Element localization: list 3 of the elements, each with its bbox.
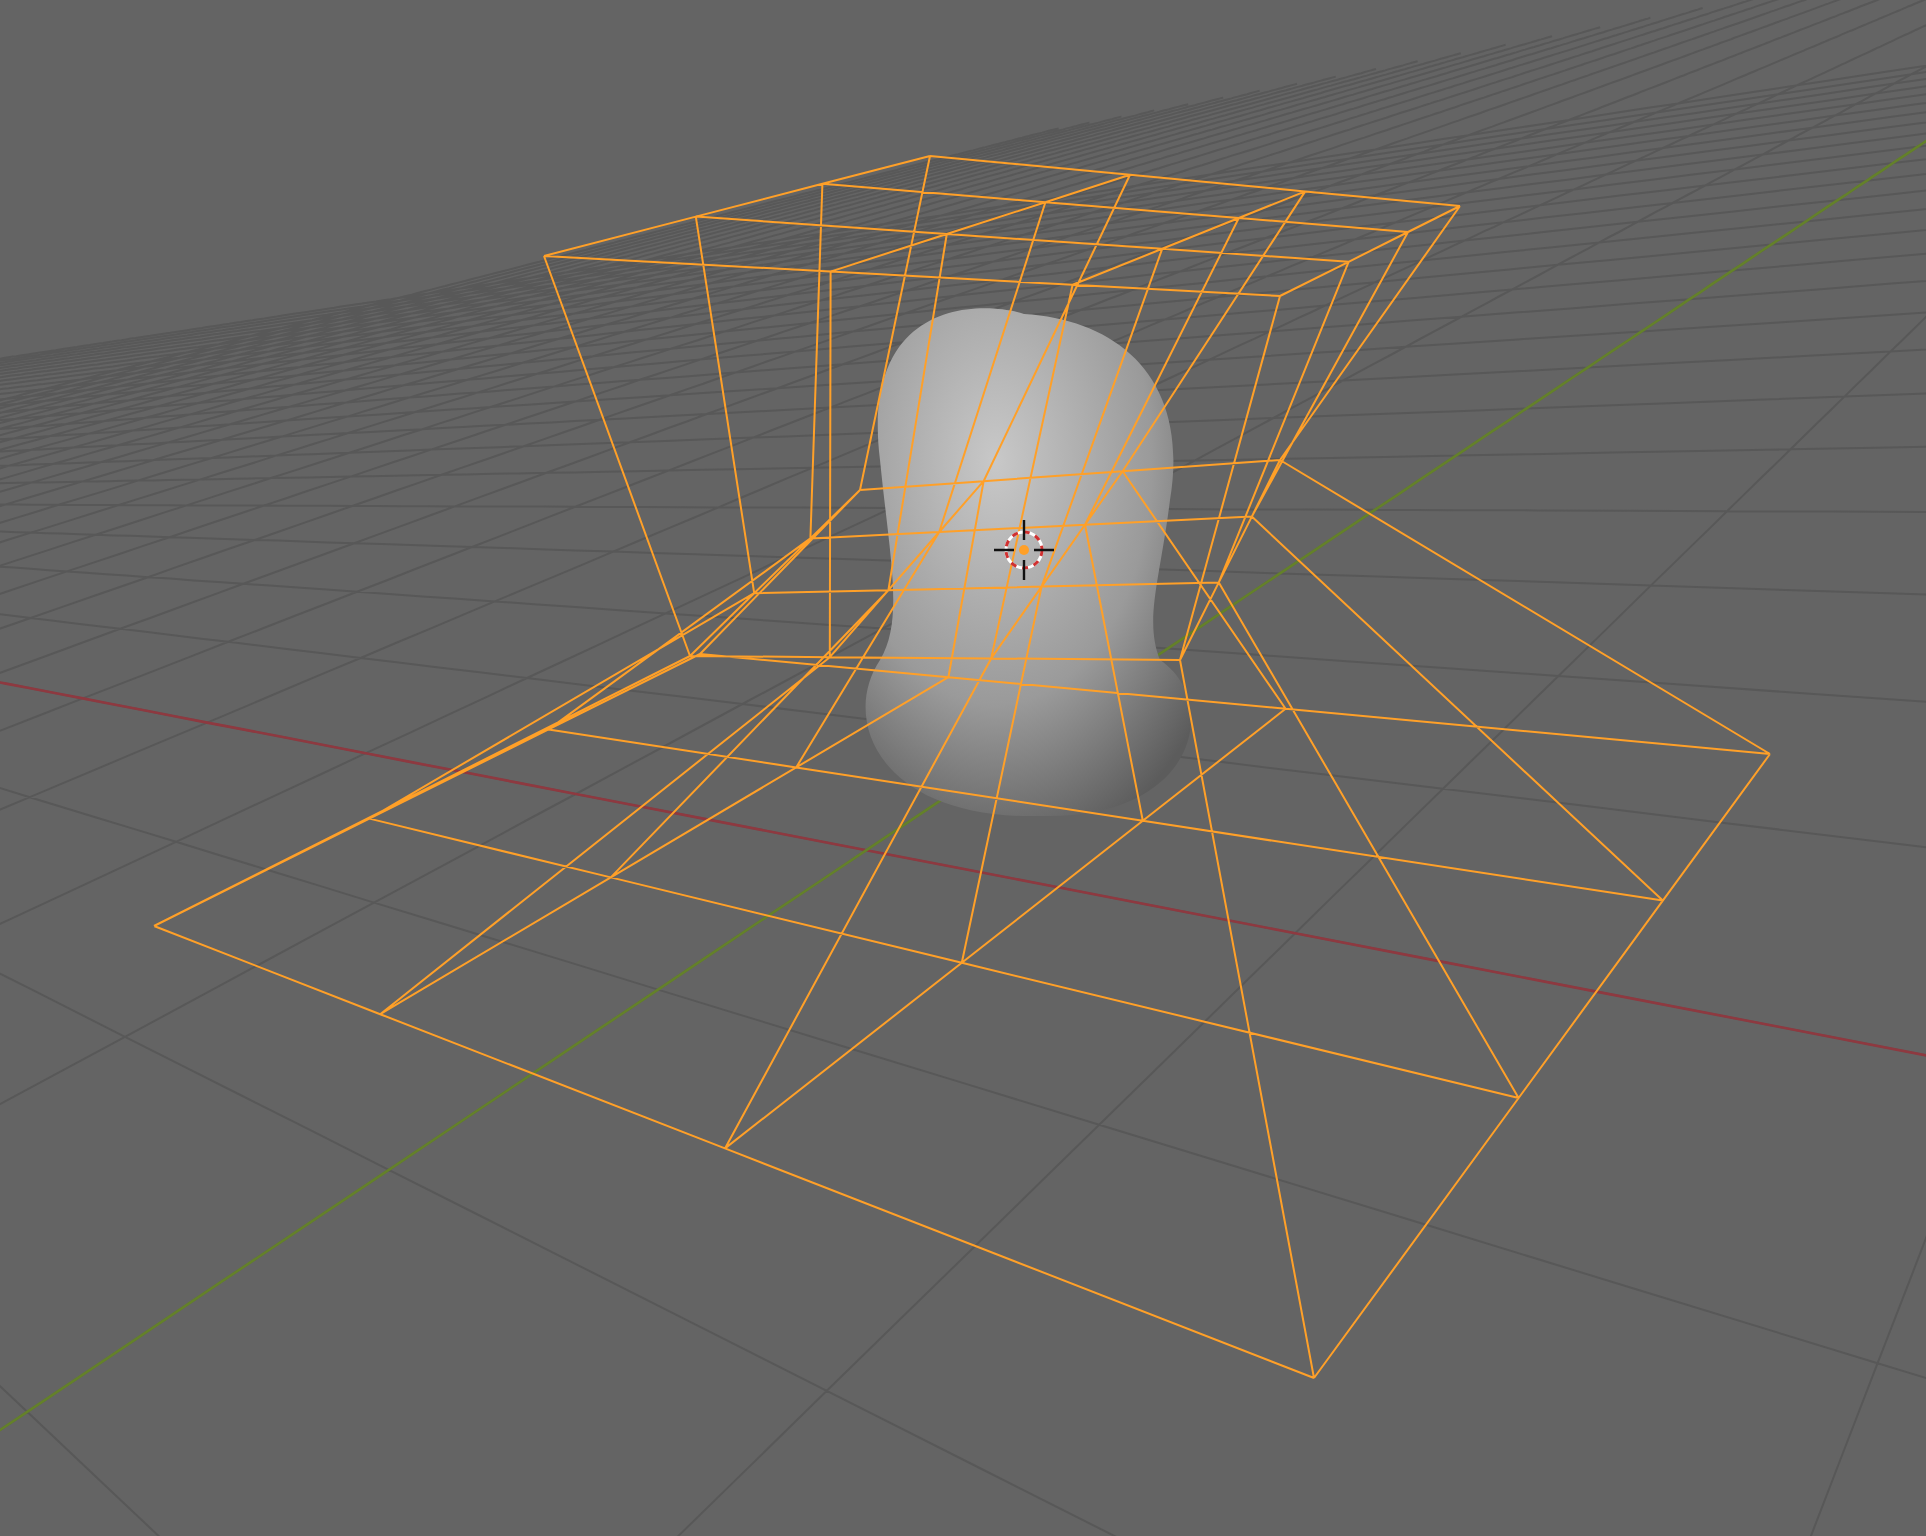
lattice-cage-drawing[interactable] (153, 155, 1771, 1379)
mesh-object[interactable] (865, 308, 1192, 816)
3d-cursor-icon[interactable] (992, 518, 1056, 582)
